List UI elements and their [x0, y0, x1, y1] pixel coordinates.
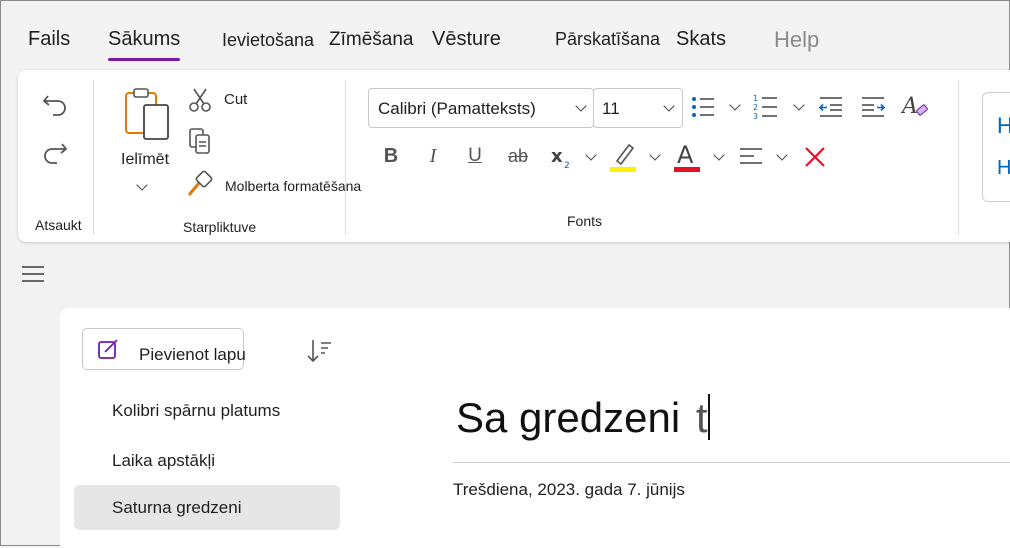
svg-text:x: x: [551, 146, 563, 167]
scissors-icon[interactable]: [186, 86, 214, 114]
font-size-dropdown[interactable]: 11: [593, 88, 683, 128]
align-chevron-down-icon[interactable]: [776, 149, 788, 161]
tab-review[interactable]: Pārskatīšana: [555, 29, 660, 50]
svg-text:1: 1: [753, 94, 758, 103]
style-heading1[interactable]: H: [997, 113, 1010, 139]
title-underline: [453, 462, 1010, 463]
sort-icon[interactable]: [304, 336, 334, 366]
align-icon[interactable]: [736, 142, 766, 172]
separator: [958, 80, 959, 235]
tab-help[interactable]: Help: [774, 27, 819, 53]
page-title-typing: t: [695, 394, 708, 441]
redo-icon[interactable]: [38, 136, 72, 170]
decrease-indent-icon[interactable]: [816, 92, 846, 122]
strikethrough-icon[interactable]: ab: [504, 142, 532, 170]
svg-text:A: A: [901, 94, 918, 119]
highlight-icon[interactable]: [606, 138, 640, 174]
tab-file[interactable]: Fails: [28, 28, 70, 51]
italic-icon[interactable]: I: [420, 142, 446, 170]
tab-home[interactable]: Sākums: [108, 28, 181, 61]
style-heading2[interactable]: H: [997, 157, 1010, 180]
chevron-down-icon: [663, 100, 675, 112]
font-name-dropdown[interactable]: Calibri (Pamatteksts): [368, 88, 594, 128]
page-canvas[interactable]: Sa gredzeni t Trešdiena, 2023. gada 7. j…: [355, 308, 1010, 548]
chevron-down-icon: [575, 100, 587, 112]
cut-label[interactable]: Cut: [224, 91, 247, 108]
font-color-icon[interactable]: A: [670, 138, 704, 174]
paste-icon[interactable]: [118, 84, 178, 146]
ribbon: Atsaukt Ielīmēt Cut Molberta formatēšana…: [18, 70, 1010, 242]
highlight-chevron-down-icon[interactable]: [649, 149, 661, 161]
page-title-label: Saturna gredzeni: [112, 498, 242, 517]
page-list-item[interactable]: Laika apstākļi: [74, 438, 340, 483]
add-page-label: Pievienot lapu: [139, 345, 246, 364]
page-title-text: Sa gredzeni: [456, 394, 681, 441]
page-title[interactable]: Sa gredzeni t: [456, 394, 710, 442]
undo-group-label: Atsaukt: [35, 217, 82, 233]
add-page-icon: [97, 338, 119, 365]
highlight-color-bar: [610, 167, 636, 172]
subscript-icon[interactable]: x2: [548, 142, 576, 172]
increase-indent-icon[interactable]: [858, 92, 888, 122]
underline-icon[interactable]: U: [462, 142, 488, 170]
clipboard-group-label: Starpliktuve: [183, 219, 257, 235]
bullets-chevron-down-icon[interactable]: [729, 99, 741, 111]
numbering-icon[interactable]: 123: [751, 92, 781, 122]
styles-gallery[interactable]: H H: [982, 92, 1010, 202]
bullets-icon[interactable]: [688, 92, 718, 122]
paste-label[interactable]: Ielīmēt: [121, 151, 169, 169]
tab-view[interactable]: Skats: [676, 28, 726, 51]
tab-history[interactable]: Vēsture: [432, 28, 501, 51]
format-painter-label[interactable]: Molberta formatēšana: [225, 178, 361, 194]
font-group-label: Fonts: [567, 213, 603, 229]
bold-icon[interactable]: B: [378, 142, 404, 170]
svg-text:A: A: [677, 141, 694, 169]
svg-text:2: 2: [564, 161, 570, 171]
svg-text:2: 2: [753, 103, 758, 112]
undo-icon[interactable]: [38, 88, 72, 122]
tab-draw[interactable]: Zīmēšana: [329, 29, 413, 51]
text-cursor: [707, 394, 710, 440]
page-title-label: Kolibri spārnu platums: [112, 401, 281, 420]
svg-text:3: 3: [753, 112, 758, 121]
clear-formatting-icon[interactable]: [800, 142, 830, 172]
page-list-panel: Pievienot lapu Kolibri spārnu platums La…: [60, 308, 355, 548]
tab-insert[interactable]: Ievietošana: [222, 30, 314, 51]
numbering-chevron-down-icon[interactable]: [793, 99, 805, 111]
separator: [345, 80, 346, 235]
separator: [93, 80, 94, 235]
subscript-chevron-down-icon[interactable]: [585, 149, 597, 161]
font-size-value: 11: [602, 99, 620, 118]
page-list-item[interactable]: Kolibri spārnu platums: [74, 388, 340, 433]
format-painter-icon[interactable]: [184, 168, 216, 198]
styles-eraser-icon[interactable]: A: [900, 90, 932, 122]
add-page-button[interactable]: Pievienot lapu: [82, 328, 246, 370]
page-list-item-selected[interactable]: Saturna gredzeni: [74, 485, 340, 530]
paste-chevron-down-icon[interactable]: [136, 179, 148, 191]
font-color-chevron-down-icon[interactable]: [713, 149, 725, 161]
copy-icon[interactable]: [186, 126, 214, 156]
page-date: Trešdiena, 2023. gada 7. jūnijs: [453, 480, 685, 499]
font-name-value: Calibri (Pamatteksts): [378, 99, 536, 118]
page-title-label: Laika apstākļi: [112, 451, 216, 470]
hamburger-menu-icon[interactable]: [20, 262, 46, 286]
